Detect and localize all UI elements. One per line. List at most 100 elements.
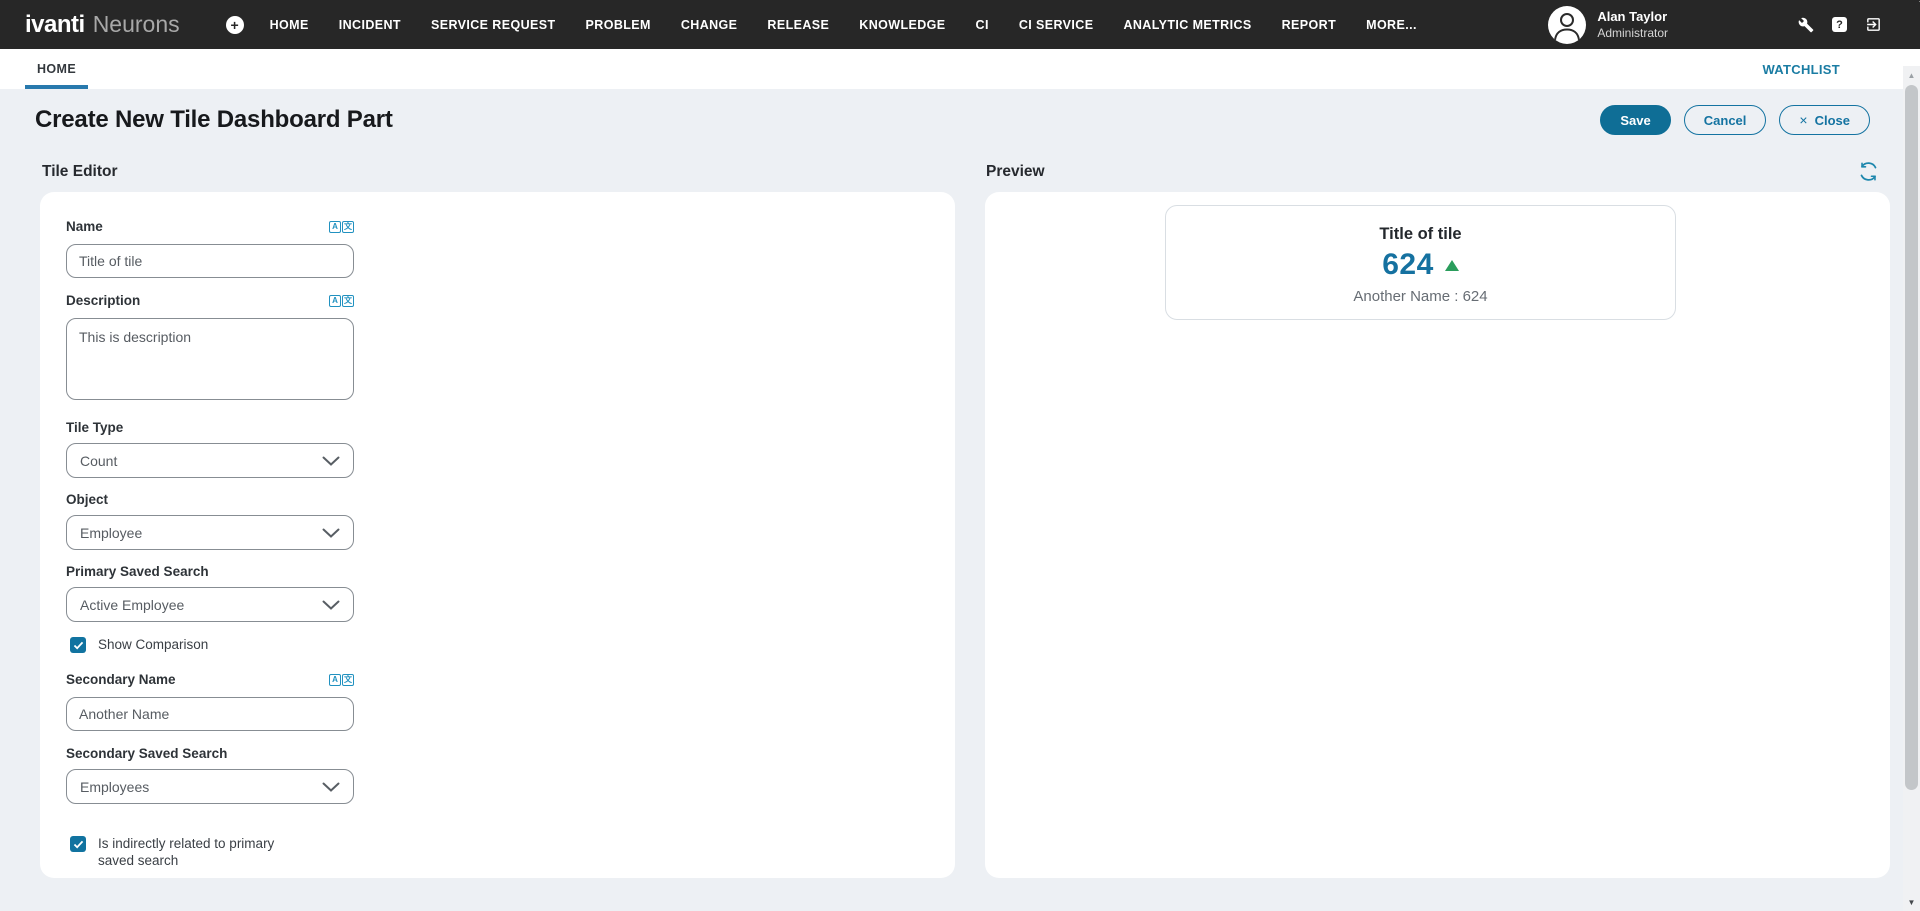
content-area: Create New Tile Dashboard Part Save Canc…	[0, 89, 1920, 911]
show-comparison-checkbox[interactable]	[70, 637, 86, 653]
scroll-up-arrow-icon[interactable]: ▲	[1903, 68, 1920, 82]
avatar[interactable]	[1548, 6, 1586, 44]
user-role: Administrator	[1597, 25, 1668, 41]
description-field-group: Description A文 This is description	[66, 293, 380, 405]
nav-item-service-request[interactable]: SERVICE REQUEST	[431, 18, 556, 32]
translate-b-glyph: 文	[342, 674, 354, 686]
tile-subtitle: Another Name : 624	[1353, 288, 1487, 305]
object-label: Object	[66, 492, 108, 507]
brand-neurons: Neurons	[93, 11, 180, 38]
indirect-relation-checkbox[interactable]	[70, 836, 86, 852]
tab-home[interactable]: HOME	[25, 49, 88, 89]
nav-item-more[interactable]: MORE...	[1366, 18, 1417, 32]
translate-b-glyph: 文	[342, 221, 354, 233]
nav-item-knowledge[interactable]: KNOWLEDGE	[859, 18, 945, 32]
top-navbar: ivanti Neurons + HOME INCIDENT SERVICE R…	[0, 0, 1920, 49]
indirect-relation-checkbox-row[interactable]: Is indirectly related to primary saved s…	[70, 835, 380, 869]
nav-tools: ?	[1798, 16, 1882, 33]
refresh-icon	[1858, 161, 1879, 182]
primary-saved-search-label: Primary Saved Search	[66, 564, 209, 579]
name-label: Name	[66, 219, 103, 234]
nav-item-change[interactable]: CHANGE	[681, 18, 738, 32]
user-meta: Alan Taylor Administrator	[1597, 8, 1668, 42]
nav-item-analytic-metrics[interactable]: ANALYTIC METRICS	[1123, 18, 1251, 32]
chevron-down-icon	[322, 528, 340, 538]
save-button[interactable]: Save	[1600, 105, 1670, 135]
object-select[interactable]: Employee	[66, 515, 354, 550]
nav-item-report[interactable]: REPORT	[1282, 18, 1337, 32]
tab-home-label: HOME	[37, 62, 76, 76]
translate-a-glyph: A	[329, 221, 341, 233]
nav-item-release[interactable]: RELEASE	[767, 18, 829, 32]
indirect-relation-label: Is indirectly related to primary saved s…	[98, 835, 310, 869]
object-field-group: Object Employee	[66, 492, 380, 550]
person-icon	[1548, 6, 1586, 44]
tile-type-label: Tile Type	[66, 420, 123, 435]
object-value: Employee	[80, 525, 142, 541]
close-button-label: Close	[1815, 113, 1850, 128]
translate-icon[interactable]: A文	[329, 295, 354, 307]
logout-icon[interactable]	[1865, 16, 1882, 33]
preview-heading: Preview	[986, 163, 1045, 181]
secondary-name-input[interactable]	[66, 697, 354, 731]
primary-saved-search-select[interactable]: Active Employee	[66, 587, 354, 622]
preview-tile-card: Title of tile 624 Another Name : 624	[1165, 205, 1676, 320]
tile-count-value: 624	[1382, 248, 1434, 282]
save-button-label: Save	[1620, 113, 1650, 128]
secondary-saved-search-select[interactable]: Employees	[66, 769, 354, 804]
check-icon	[73, 641, 84, 650]
settings-wrench-icon[interactable]	[1798, 17, 1814, 33]
vertical-scrollbar[interactable]: ▲ ▼	[1903, 66, 1920, 911]
show-comparison-checkbox-row[interactable]: Show Comparison	[70, 636, 380, 653]
primary-saved-search-value: Active Employee	[80, 597, 184, 613]
brand-logo: ivanti Neurons	[25, 11, 180, 39]
cancel-button-label: Cancel	[1704, 113, 1747, 128]
name-input[interactable]	[66, 244, 354, 278]
translate-a-glyph: A	[329, 295, 341, 307]
nav-item-home[interactable]: HOME	[270, 18, 309, 32]
brand-ivanti: ivanti	[25, 11, 85, 39]
name-field-group: Name A文	[66, 219, 380, 278]
help-icon[interactable]: ?	[1832, 17, 1847, 32]
refresh-preview-button[interactable]	[1858, 161, 1879, 182]
translate-a-glyph: A	[329, 674, 341, 686]
chevron-down-icon	[322, 782, 340, 792]
tile-type-field-group: Tile Type Count	[66, 420, 380, 478]
chevron-down-icon	[322, 456, 340, 466]
cancel-button[interactable]: Cancel	[1684, 105, 1767, 135]
description-textarea[interactable]: This is description	[66, 318, 354, 400]
description-label: Description	[66, 293, 140, 308]
chevron-down-icon	[322, 600, 340, 610]
close-x-icon: ×	[1799, 112, 1807, 128]
page-header: Create New Tile Dashboard Part Save Canc…	[35, 105, 1870, 135]
tab-bar: HOME WATCHLIST	[0, 49, 1920, 89]
watchlist-link[interactable]: WATCHLIST	[1762, 62, 1840, 77]
nav-item-problem[interactable]: PROBLEM	[586, 18, 651, 32]
tile-editor-panel: Name A文 Description A文 This is descripti…	[40, 192, 955, 878]
tile-type-value: Count	[80, 453, 117, 469]
tile-value-row: 624	[1382, 248, 1459, 282]
nav-item-ci-service[interactable]: CI SERVICE	[1019, 18, 1094, 32]
secondary-saved-search-label: Secondary Saved Search	[66, 746, 227, 761]
preview-panel: Title of tile 624 Another Name : 624	[985, 192, 1890, 878]
tile-editor-form: Name A文 Description A文 This is descripti…	[40, 192, 380, 869]
secondary-name-field-group: Secondary Name A文	[66, 672, 380, 731]
translate-b-glyph: 文	[342, 295, 354, 307]
user-name: Alan Taylor	[1597, 8, 1668, 26]
header-actions: Save Cancel × Close	[1600, 105, 1870, 135]
primary-saved-search-field-group: Primary Saved Search Active Employee	[66, 564, 380, 622]
secondary-name-label: Secondary Name	[66, 672, 176, 687]
trend-up-icon	[1445, 260, 1459, 271]
user-menu[interactable]: Alan Taylor Administrator	[1548, 6, 1668, 44]
add-circle-icon[interactable]: +	[226, 16, 244, 34]
secondary-saved-search-field-group: Secondary Saved Search Employees	[66, 746, 380, 804]
nav-item-ci[interactable]: CI	[976, 18, 989, 32]
close-button[interactable]: × Close	[1779, 105, 1870, 135]
scrollbar-thumb[interactable]	[1905, 85, 1918, 790]
translate-icon[interactable]: A文	[329, 674, 354, 686]
scroll-down-arrow-icon[interactable]: ▼	[1903, 895, 1920, 909]
tile-type-select[interactable]: Count	[66, 443, 354, 478]
nav-item-incident[interactable]: INCIDENT	[339, 18, 401, 32]
secondary-saved-search-value: Employees	[80, 779, 149, 795]
translate-icon[interactable]: A文	[329, 221, 354, 233]
